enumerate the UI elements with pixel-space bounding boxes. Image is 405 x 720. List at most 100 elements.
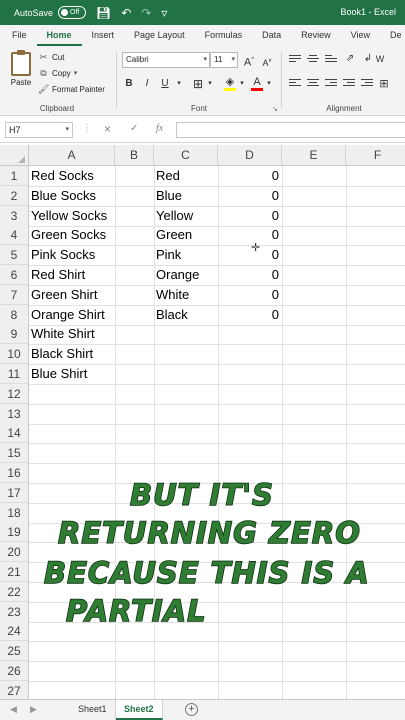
italic-button[interactable]: I [140,77,154,91]
cell-a11[interactable]: Blue Shirt [29,364,115,384]
align-top-icon[interactable] [289,55,301,65]
cell-d8[interactable]: 0 [218,305,282,325]
tab-developer[interactable]: De [380,25,405,46]
row-header[interactable]: 12 [0,384,29,404]
font-color-icon[interactable]: A [250,75,264,89]
tab-page-layout[interactable]: Page Layout [124,25,195,46]
autosave-toggle[interactable]: Off [58,6,87,19]
underline-dropdown-icon[interactable]: ▾ [175,77,183,91]
row-header[interactable]: 15 [0,443,29,463]
cell-c5[interactable]: Pink [154,245,218,265]
cell-d6[interactable]: 0 [218,265,282,285]
row-header[interactable]: 26 [0,661,29,681]
cell-a6[interactable]: Red Shirt [29,265,115,285]
tab-formulas[interactable]: Formulas [195,25,253,46]
cell-d1[interactable]: 0 [218,166,282,186]
merge-center-icon[interactable]: ⊞ [377,77,391,91]
orientation-icon[interactable]: ⇗ [343,52,357,66]
row-header[interactable]: 7 [0,285,29,305]
borders-dropdown-icon[interactable]: ▾ [206,77,214,91]
formula-input[interactable] [176,122,405,138]
paste-button[interactable]: Paste [6,50,36,96]
cell-c8[interactable]: Black [154,305,218,325]
tab-file[interactable]: File [0,25,37,46]
copy-button[interactable]: ⧉ Copy ▾ [38,67,77,79]
borders-icon[interactable]: ⊞ [190,77,206,91]
row-header[interactable]: 24 [0,621,29,641]
row-header[interactable]: 9 [0,324,29,344]
cell-a9[interactable]: White Shirt [29,324,115,344]
cell-a4[interactable]: Green Socks [29,225,115,245]
prev-sheet-icon[interactable]: ◀ [10,704,17,715]
undo-icon[interactable]: ↶ [121,7,131,19]
row-header[interactable]: 23 [0,602,29,622]
cell-d3[interactable]: 0 [218,206,282,226]
row-header[interactable]: 2 [0,186,29,206]
save-icon[interactable]: 💾︎ [96,7,111,19]
cell-d4[interactable]: 0 [218,225,282,245]
cell-a8[interactable]: Orange Shirt [29,305,115,325]
column-header-c[interactable]: C [154,145,218,166]
next-sheet-icon[interactable]: ▶ [30,704,37,715]
select-all-button[interactable] [0,145,29,166]
row-header[interactable]: 27 [0,681,29,699]
cell-d7[interactable]: 0 [218,285,282,305]
increase-font-icon[interactable]: A^ [242,53,256,69]
redo-icon[interactable]: ↷ [141,7,151,19]
align-center-icon[interactable] [307,79,319,89]
font-name-select[interactable]: Calibri ▾ [122,52,210,68]
cancel-icon[interactable]: × [104,122,111,136]
cell-a5[interactable]: Pink Socks [29,245,115,265]
row-header[interactable]: 11 [0,364,29,384]
column-header-d[interactable]: D [218,145,282,166]
worksheet-grid[interactable]: A B C D E F 1 2 3 4 5 6 7 8 9 10 11 12 13 14 15 16 17 18 1… [0,145,405,699]
column-header-e[interactable]: E [282,145,346,166]
cell-c1[interactable]: Red [154,166,218,186]
row-header[interactable]: 25 [0,641,29,661]
tab-data[interactable]: Data [252,25,291,46]
row-header[interactable]: 22 [0,582,29,602]
align-middle-icon[interactable] [307,55,319,65]
format-painter-button[interactable]: 🖌︎ Format Painter [38,83,105,95]
copy-dropdown-icon[interactable]: ▾ [74,69,78,77]
name-box[interactable]: H7 ▾ [5,122,73,138]
increase-indent-icon[interactable] [361,79,373,89]
sheet-tab-sheet1[interactable]: Sheet1 [70,700,116,720]
align-bottom-icon[interactable] [325,55,337,65]
align-right-icon[interactable] [325,79,337,89]
tab-home[interactable]: Home [36,25,82,46]
tab-view[interactable]: View [341,25,380,46]
decrease-indent-icon[interactable] [343,79,355,89]
cell-a1[interactable]: Red Socks [29,166,115,186]
row-header[interactable]: 18 [0,503,29,523]
cell-c2[interactable]: Blue [154,186,218,206]
fill-dropdown-icon[interactable]: ▾ [238,77,246,91]
customize-toolbar-icon[interactable]: ▿ [161,7,167,19]
column-header-f[interactable]: F [346,145,405,166]
cell-c6[interactable]: Orange [154,265,218,285]
cell-d2[interactable]: 0 [218,186,282,206]
row-header[interactable]: 6 [0,265,29,285]
bold-button[interactable]: B [122,77,136,91]
row-header[interactable]: 19 [0,522,29,542]
add-sheet-icon[interactable]: + [185,703,198,716]
cell-d5[interactable]: 0 [218,245,282,265]
row-header[interactable]: 5 [0,245,29,265]
fill-color-icon[interactable]: ◈ [222,75,238,89]
wrap-text-icon[interactable]: ↲ [361,52,375,66]
cut-button[interactable]: ✂ Cut [38,51,65,63]
row-header[interactable]: 14 [0,423,29,443]
font-color-dropdown-icon[interactable]: ▾ [265,77,273,91]
row-header[interactable]: 16 [0,463,29,483]
row-header[interactable]: 21 [0,562,29,582]
tab-insert[interactable]: Insert [82,25,125,46]
underline-button[interactable]: U [158,77,172,91]
enter-icon[interactable]: ✓ [130,123,138,134]
wrap-text-label[interactable]: W [375,52,385,66]
sheet-tab-sheet2[interactable]: Sheet2 [116,700,163,720]
cell-a10[interactable]: Black Shirt [29,344,115,364]
insert-function-icon[interactable]: fx [156,123,163,134]
row-header[interactable]: 3 [0,206,29,226]
row-header[interactable]: 4 [0,225,29,245]
cell-a3[interactable]: Yellow Socks [29,206,115,226]
